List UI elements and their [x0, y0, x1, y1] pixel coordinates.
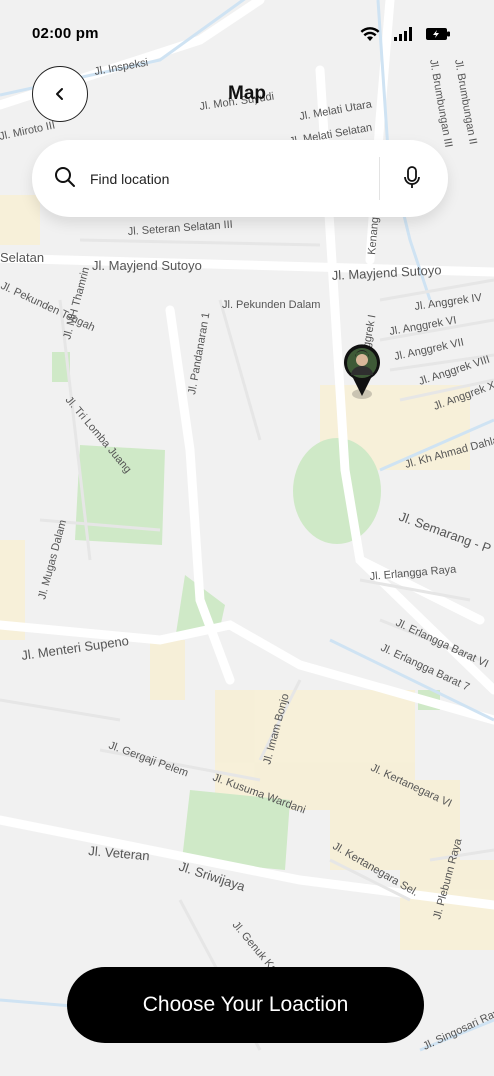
wifi-icon: [360, 27, 380, 41]
street-label: Selatan: [0, 250, 44, 265]
microphone-icon[interactable]: [402, 166, 422, 190]
search-input[interactable]: [88, 164, 372, 194]
search-bar: [32, 140, 448, 217]
status-time: 02:00 pm: [32, 25, 99, 42]
search-icon[interactable]: [54, 166, 76, 188]
user-location-pin[interactable]: [342, 344, 382, 400]
choose-location-button[interactable]: Choose Your Loaction: [67, 967, 424, 1043]
status-bar: 02:00 pm: [0, 0, 494, 66]
signal-icon: [394, 27, 412, 41]
battery-icon: [426, 28, 450, 40]
street-label: Jl. Pekunden Dalam: [222, 299, 320, 311]
status-icons: [360, 26, 450, 42]
search-divider: [379, 157, 380, 200]
page-title: Map: [228, 83, 266, 104]
street-label: Jl. Mayjend Sutoyo: [92, 258, 202, 273]
